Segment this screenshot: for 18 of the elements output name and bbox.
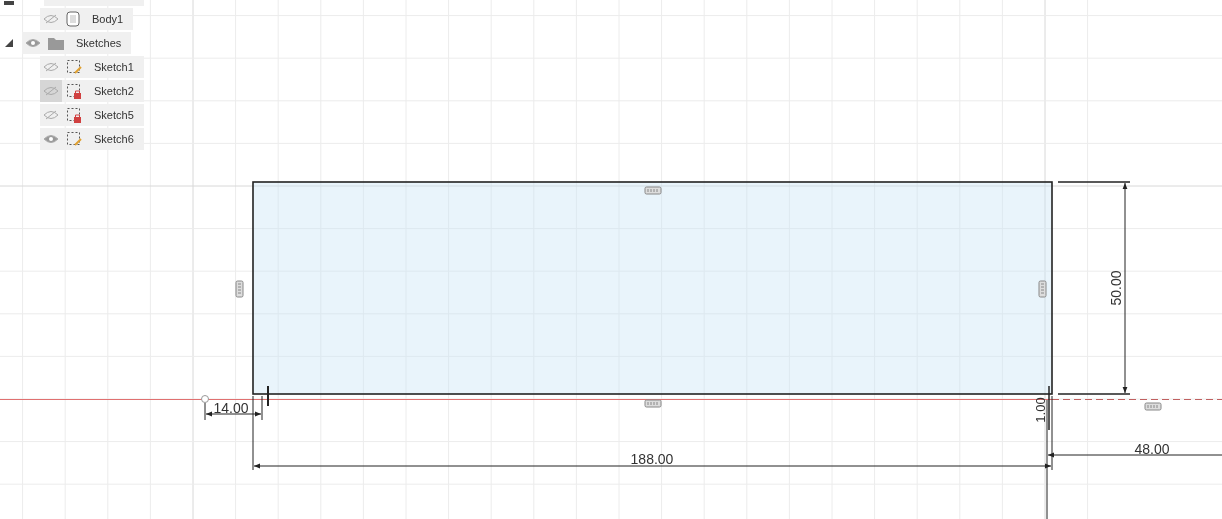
folder-icon: [48, 36, 64, 50]
expand-arrow-icon[interactable]: [4, 38, 14, 48]
origin-point: [201, 395, 209, 403]
constraint-icon: [235, 280, 244, 298]
sketch-icon: [66, 59, 82, 75]
hidden-eye-icon[interactable]: [40, 80, 62, 102]
sketch-icon: [66, 131, 82, 147]
body-icon: [66, 11, 80, 27]
dimension-text[interactable]: 50.00: [1107, 270, 1124, 306]
locked-sketch-icon: [66, 83, 82, 99]
constraint-icon: [1144, 402, 1162, 411]
dimension-text[interactable]: 1.00: [1033, 397, 1049, 423]
locked-sketch-icon: [66, 107, 82, 123]
tree-item-label[interactable]: Body1: [92, 13, 124, 25]
dimension-text[interactable]: 14.00: [213, 399, 249, 416]
dimension-text[interactable]: 188.00: [630, 450, 674, 467]
dimension-text[interactable]: 48.00: [1134, 440, 1170, 457]
constraint-icon: [644, 399, 662, 408]
